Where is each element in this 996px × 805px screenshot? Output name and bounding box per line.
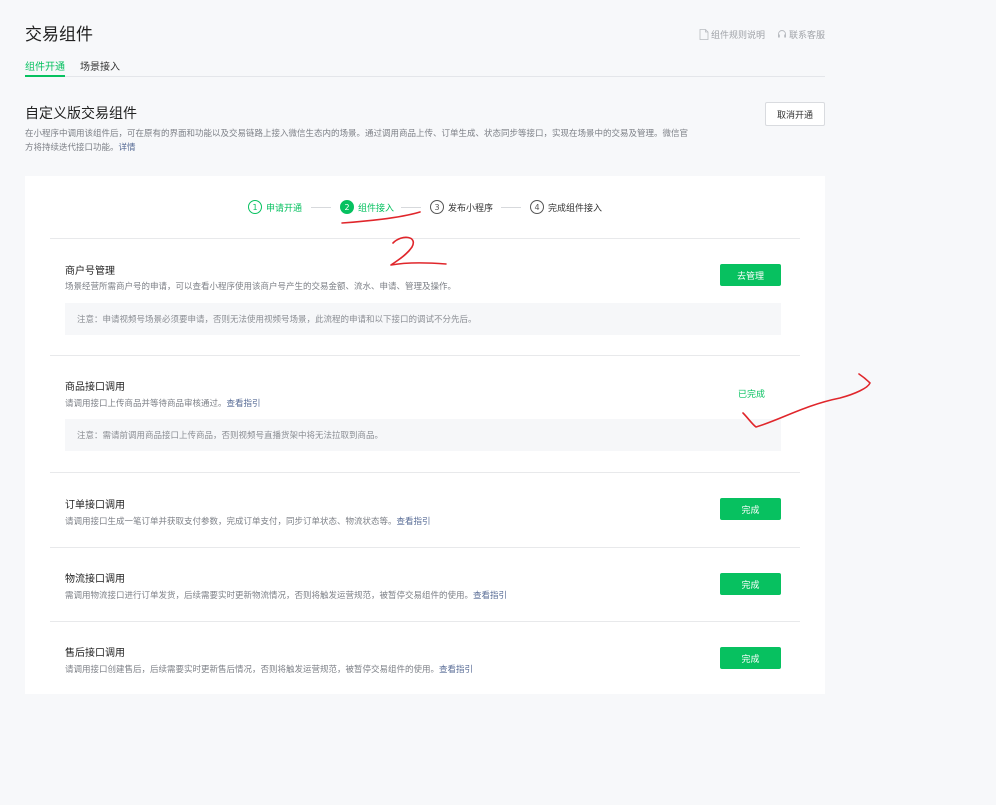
row-note: 注意：需请前调用商品接口上传商品，否则视频号直播货架中将无法拉取到商品。 <box>65 419 781 451</box>
row-description: 场景经营所需商户号的申请，可以查看小程序使用该商户号产生的交易金额、流水、申请、… <box>65 280 456 292</box>
rules-link-label: 组件规则说明 <box>710 31 765 41</box>
row-description-text: 场景经营所需商户号的申请，可以查看小程序使用该商户号产生的交易金额、流水、申请、… <box>65 282 457 292</box>
step-number: 1 <box>248 200 262 214</box>
row-title: 物流接口调用 <box>65 574 125 585</box>
row-description-text: 请调用接口生成一笔订单并获取支付参数，完成订单支付，同步订单状态、物流状态等。 <box>65 517 397 527</box>
row-description-text: 需调用物流接口进行订单发货，后续需要实时更新物流情况，否则将触发运营规范，被暂停… <box>65 591 474 601</box>
complete-button[interactable]: 完成 <box>720 647 781 669</box>
rules-link[interactable]: 组件规则说明 <box>699 28 765 41</box>
cancel-activation-button[interactable]: 取消开通 <box>765 102 825 126</box>
list-item-aftersales-api: 售后接口调用 请调用接口创建售后，后续需要实时更新售后情况，否则将触发运营规范，… <box>50 621 800 694</box>
section-description: 在小程序中调用该组件后，可在原有的界面和功能以及交易链路上接入微信生态内的场景。… <box>25 127 695 155</box>
headset-icon <box>777 30 786 38</box>
step-4: 4 完成组件接入 <box>530 198 602 216</box>
completed-status: 已完成 <box>738 390 766 400</box>
complete-button[interactable]: 完成 <box>720 573 781 595</box>
step-label: 组件接入 <box>358 203 395 214</box>
step-number: 4 <box>530 200 544 214</box>
details-link[interactable]: 详情 <box>119 143 136 153</box>
contact-support-label: 联系客服 <box>788 31 825 41</box>
step-connector <box>311 207 331 208</box>
view-guide-link[interactable]: 查看指引 <box>227 399 261 409</box>
row-description: 请调用接口创建售后，后续需要实时更新售后情况，否则将触发运营规范，被暂停交易组件… <box>65 663 473 675</box>
step-connector <box>501 207 521 208</box>
view-guide-link[interactable]: 查看指引 <box>473 591 507 601</box>
row-description: 需调用物流接口进行订单发货，后续需要实时更新物流情况，否则将触发运营规范，被暂停… <box>65 589 507 601</box>
step-3: 3 发布小程序 <box>430 198 493 216</box>
section-title: 自定义版交易组件 <box>25 106 137 122</box>
view-guide-link[interactable]: 查看指引 <box>439 665 473 675</box>
step-label: 发布小程序 <box>448 203 494 214</box>
step-1: 1 申请开通 <box>248 198 302 216</box>
row-title: 售后接口调用 <box>65 648 125 659</box>
row-title: 商品接口调用 <box>65 382 125 393</box>
complete-button[interactable]: 完成 <box>720 498 781 520</box>
row-description-text: 请调用接口上传商品并等待商品审核通过。 <box>65 399 227 409</box>
row-description: 请调用接口上传商品并等待商品审核通过。查看指引 <box>65 397 261 409</box>
step-label: 申请开通 <box>266 203 303 214</box>
step-label: 完成组件接入 <box>548 203 603 214</box>
document-icon <box>699 29 709 40</box>
row-description-text: 请调用接口创建售后，后续需要实时更新售后情况，否则将触发运营规范，被暂停交易组件… <box>65 665 440 675</box>
step-number: 3 <box>430 200 444 214</box>
list-item-order-api: 订单接口调用 请调用接口生成一笔订单并获取支付参数，完成订单支付，同步订单状态、… <box>50 472 800 547</box>
list-item-logistics-api: 物流接口调用 需调用物流接口进行订单发货，后续需要实时更新物流情况，否则将触发运… <box>50 547 800 621</box>
manage-button[interactable]: 去管理 <box>720 264 781 286</box>
top-links: 组件规则说明 联系客服 <box>699 28 825 41</box>
page-title: 交易组件 <box>25 25 93 45</box>
step-2: 2 组件接入 <box>340 198 394 216</box>
row-title: 订单接口调用 <box>65 500 125 511</box>
tab-scene-access[interactable]: 场景接入 <box>80 58 120 77</box>
row-note: 注意：申请视频号场景必须要申请，否则无法使用视频号场景，此流程的申请和以下接口的… <box>65 303 781 335</box>
tab-component-activation[interactable]: 组件开通 <box>25 58 65 77</box>
view-guide-link[interactable]: 查看指引 <box>397 517 431 527</box>
integration-card: 1 申请开通 2 组件接入 3 发布小程序 4 完成组件接入 商户号管理 场景经… <box>25 176 825 694</box>
row-description: 请调用接口生成一笔订单并获取支付参数，完成订单支付，同步订单状态、物流状态等。查… <box>65 515 431 527</box>
progress-steps: 1 申请开通 2 组件接入 3 发布小程序 4 完成组件接入 <box>25 198 825 216</box>
step-number: 2 <box>340 200 354 214</box>
list-item-merchant-management: 商户号管理 场景经营所需商户号的申请，可以查看小程序使用该商户号产生的交易金额、… <box>50 238 800 355</box>
page: 交易组件 组件规则说明 联系客服 组件开通 场景接入 自定义版交易组件 在小程序… <box>0 0 996 805</box>
row-title: 商户号管理 <box>65 266 115 277</box>
tabs: 组件开通 场景接入 <box>25 58 120 77</box>
step-connector <box>401 207 421 208</box>
list-item-product-api: 商品接口调用 请调用接口上传商品并等待商品审核通过。查看指引 已完成 注意：需请… <box>50 355 800 472</box>
contact-support-link[interactable]: 联系客服 <box>777 28 825 41</box>
header: 交易组件 组件规则说明 联系客服 组件开通 场景接入 <box>25 0 825 77</box>
